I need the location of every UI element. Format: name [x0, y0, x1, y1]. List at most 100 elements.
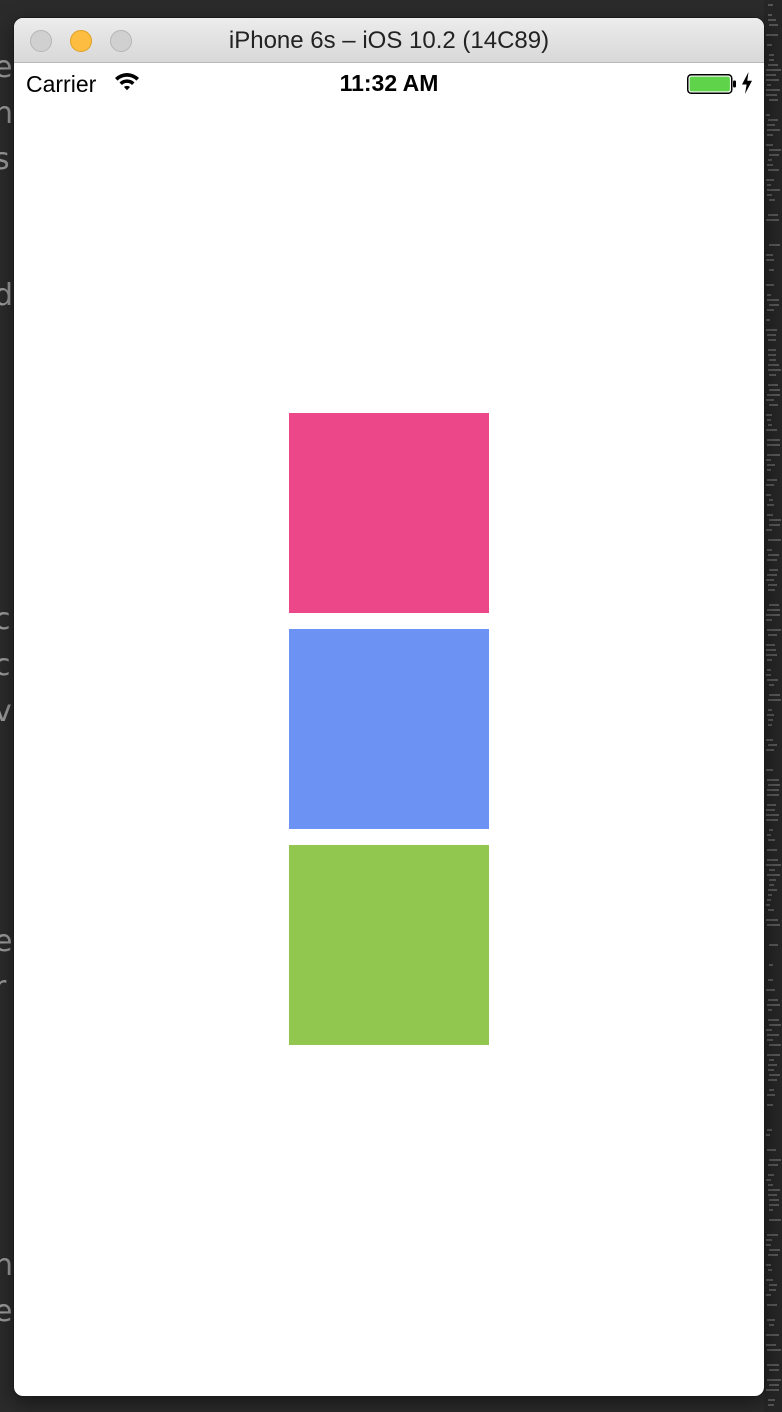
- minimap-line: [769, 149, 781, 151]
- minimap-line: [766, 654, 777, 656]
- minimap-line: [766, 494, 771, 496]
- minimap-line: [768, 1079, 777, 1081]
- minimap-line: [767, 874, 780, 876]
- minimap-line: [766, 459, 771, 461]
- minimap-line: [767, 609, 780, 611]
- editor-glyph: r: [0, 970, 7, 1005]
- minimap-line: [769, 1059, 774, 1061]
- minimap-line: [767, 804, 776, 806]
- minimap-line: [769, 1044, 781, 1046]
- minimap-line: [768, 999, 778, 1001]
- minimap-line: [768, 709, 772, 711]
- minimap-line: [767, 1364, 779, 1366]
- minimap-line: [768, 699, 781, 701]
- minimap-line: [767, 309, 774, 311]
- minimap-line: [768, 424, 772, 426]
- minimap-line: [766, 329, 777, 331]
- minimap-line: [769, 1369, 779, 1371]
- editor-glyph: i: [0, 740, 2, 775]
- editor-minimap[interactable]: [764, 0, 782, 1412]
- minimap-line: [768, 64, 778, 66]
- minimap-line: [768, 539, 781, 541]
- minimap-line: [769, 944, 778, 946]
- minimap-line: [766, 89, 780, 91]
- minimap-line: [767, 129, 780, 131]
- minimap-line: [766, 739, 773, 741]
- minimap-line: [767, 679, 778, 681]
- minimap-line: [768, 1184, 773, 1186]
- minimap-line: [769, 404, 778, 406]
- minimap-line: [767, 299, 779, 301]
- minimap-line: [769, 1209, 773, 1211]
- minimap-line: [766, 34, 778, 36]
- minimap-line: [768, 384, 778, 386]
- minimap-line: [769, 684, 774, 686]
- minimap-line: [768, 724, 772, 726]
- minimap-line: [769, 1159, 781, 1161]
- minimap-line: [769, 244, 780, 246]
- minimap-line: [768, 589, 775, 591]
- minimap-line: [768, 369, 781, 371]
- minimap-line: [769, 1024, 781, 1026]
- minimap-line: [766, 644, 775, 646]
- minimap-line: [766, 809, 775, 811]
- minimap-line: [766, 864, 781, 866]
- minimap-line: [769, 499, 773, 501]
- minimap-line: [769, 1204, 779, 1206]
- minimap-line: [766, 69, 781, 71]
- simulator-window: iPhone 6s – iOS 10.2 (14C89) Carrier 11:…: [14, 18, 764, 1396]
- minimap-line: [768, 1164, 778, 1166]
- minimap-line: [769, 964, 773, 966]
- minimap-line: [766, 1279, 773, 1281]
- minimap-line: [769, 374, 776, 376]
- minimap-line: [768, 169, 779, 171]
- minimap-line: [767, 794, 779, 796]
- minimap-line: [768, 584, 777, 586]
- minimap-line: [766, 579, 774, 581]
- minimap-line: [768, 784, 780, 786]
- window-title: iPhone 6s – iOS 10.2 (14C89): [228, 27, 550, 54]
- minimap-line: [766, 989, 775, 991]
- minimap-line: [767, 859, 778, 861]
- minimap-line: [768, 1404, 774, 1406]
- bolt-icon: [742, 72, 752, 94]
- editor-glyph: s: [0, 142, 10, 177]
- minimap-line: [768, 979, 773, 981]
- minimap-line: [767, 134, 773, 136]
- minimap-line: [766, 1179, 771, 1181]
- battery-icon: [687, 74, 736, 94]
- minimap-line: [766, 1029, 772, 1031]
- minimap-line: [767, 1004, 780, 1006]
- minimap-line: [768, 1399, 775, 1401]
- minimap-line: [767, 419, 771, 421]
- minimap-line: [769, 884, 774, 886]
- minimap-line: [769, 1089, 774, 1091]
- minimap-line: [766, 749, 774, 751]
- minimap-line: [768, 554, 779, 556]
- editor-glyph: e: [0, 924, 13, 959]
- minimap-line: [766, 259, 774, 261]
- minimap-line: [768, 349, 776, 351]
- minimap-line: [766, 1244, 771, 1246]
- minimap-line: [767, 1349, 781, 1351]
- minimap-line: [768, 909, 774, 911]
- minimap-line: [766, 649, 776, 651]
- minimap-line: [767, 659, 772, 661]
- minimap-line: [767, 924, 780, 926]
- minimap-line: [769, 569, 778, 571]
- minimap-line: [769, 519, 781, 521]
- minimap-line: [766, 254, 773, 256]
- editor-glyph: c: [0, 648, 11, 683]
- minimap-line: [766, 769, 773, 771]
- minimap-line: [767, 294, 771, 296]
- minimap-line: [767, 1319, 775, 1321]
- window-titlebar[interactable]: iPhone 6s – iOS 10.2 (14C89): [14, 18, 764, 63]
- minimap-line: [769, 54, 774, 56]
- minimap-line: [769, 1284, 777, 1286]
- minimap-line: [769, 1219, 781, 1221]
- minimap-line: [769, 389, 780, 391]
- minimap-line: [767, 514, 773, 516]
- minimap-line: [766, 94, 777, 96]
- minimap-line: [767, 1149, 776, 1151]
- minimap-line: [767, 439, 780, 441]
